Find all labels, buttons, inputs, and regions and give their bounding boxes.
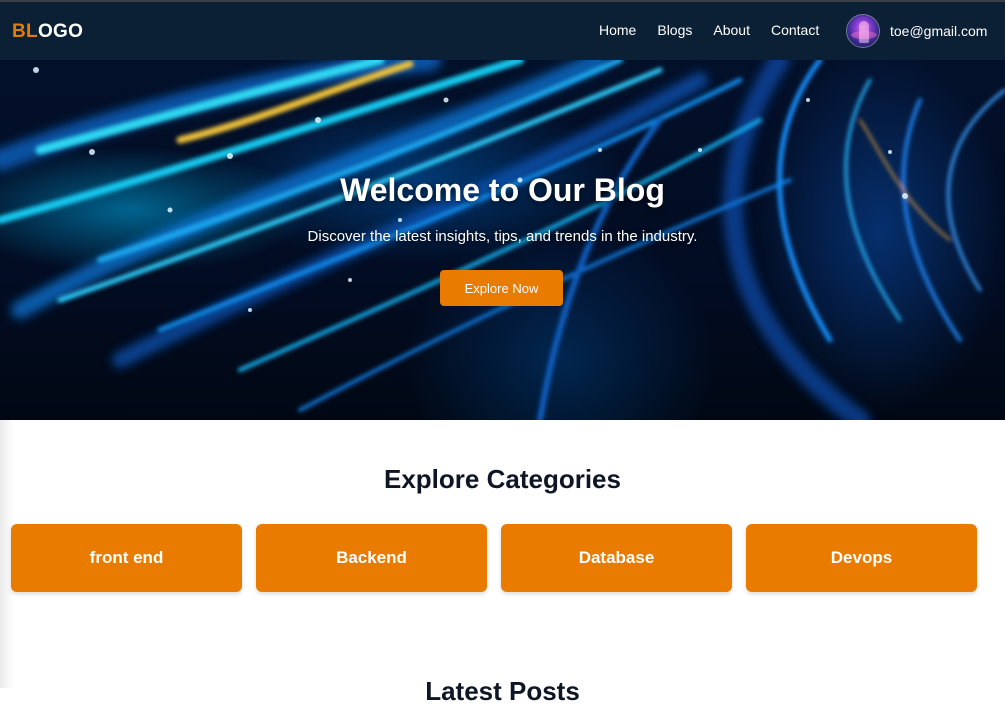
category-card-front-end[interactable]: front end xyxy=(11,524,242,592)
nav-link-about[interactable]: About xyxy=(713,22,750,38)
nav-links: Home Blogs About Contact xyxy=(599,22,840,38)
nav-link-blogs[interactable]: Blogs xyxy=(657,22,692,38)
categories-title: Explore Categories xyxy=(384,464,621,494)
site-logo[interactable]: BLOGO xyxy=(12,21,83,43)
hero-subtitle: Discover the latest insights, tips, and … xyxy=(307,228,698,245)
nav-link-contact[interactable]: Contact xyxy=(771,22,819,38)
category-card-database[interactable]: Database xyxy=(501,524,732,592)
navbar: BLOGO Home Blogs About Contact toe@gmail… xyxy=(0,2,1005,60)
user-email: toe@gmail.com xyxy=(890,23,988,39)
user-menu[interactable]: toe@gmail.com xyxy=(846,14,987,48)
logo-accent: BL xyxy=(12,21,38,42)
avatar-figure xyxy=(859,21,869,43)
hero-banner: Welcome to Our Blog Discover the latest … xyxy=(0,60,1005,420)
hero-title: Welcome to Our Blog xyxy=(340,172,665,208)
explore-now-button[interactable]: Explore Now xyxy=(440,270,563,306)
avatar[interactable] xyxy=(846,14,880,48)
nav-link-home[interactable]: Home xyxy=(599,22,636,38)
logo-rest: OGO xyxy=(37,21,84,42)
category-card-devops[interactable]: Devops xyxy=(746,524,977,592)
category-card-backend[interactable]: Backend xyxy=(256,524,487,592)
latest-posts-title: Latest Posts xyxy=(425,676,580,706)
